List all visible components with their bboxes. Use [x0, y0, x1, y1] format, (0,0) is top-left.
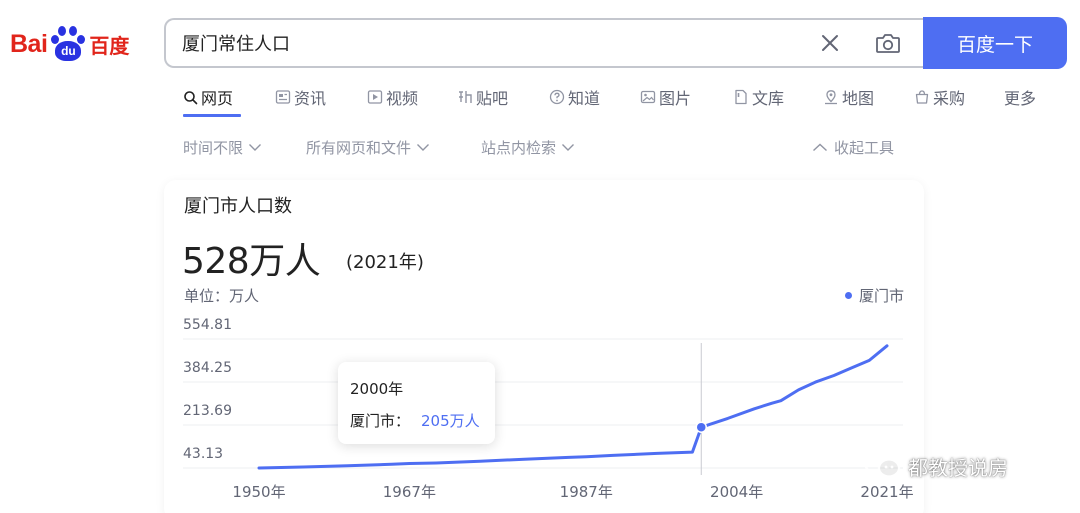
search-box: [164, 18, 924, 68]
search-icon: [184, 90, 198, 104]
tab-label: 采购: [933, 89, 966, 108]
tab-label: 知道: [568, 89, 601, 108]
tab-zhidao[interactable]: 知道: [549, 85, 600, 109]
unit-label: 单位：万人: [184, 287, 260, 305]
document-icon: [735, 89, 747, 105]
card-title[interactable]: 厦门市人口数: [184, 192, 292, 218]
clear-icon[interactable]: [818, 31, 842, 55]
collapse-tools-button[interactable]: 收起工具: [812, 137, 894, 158]
baidu-logo[interactable]: Bai du 百度: [10, 22, 129, 66]
population-card: 厦门市人口数 528万人 (2021年) 单位：万人 厦门市: [164, 180, 924, 513]
logo-chinese: 百度: [89, 33, 130, 58]
chevron-down-icon: [417, 144, 430, 151]
tab-more[interactable]: 更多: [1004, 85, 1036, 109]
shopping-icon: [915, 90, 929, 104]
chevron-up-icon: [813, 143, 827, 152]
tab-label: 文库: [752, 89, 785, 108]
video-icon: [367, 90, 383, 104]
watermark-text: 都教授说房: [908, 455, 1008, 480]
filter-label: 所有网页和文件: [306, 139, 412, 157]
filter-filetype[interactable]: 所有网页和文件: [306, 137, 430, 158]
filter-label: 时间不限: [183, 139, 244, 157]
tab-map[interactable]: 地图: [823, 85, 874, 109]
tab-shopping[interactable]: 采购: [914, 85, 965, 109]
filter-site[interactable]: 站点内检索: [481, 137, 575, 158]
map-icon: [825, 90, 837, 105]
chart-legend: 厦门市: [844, 285, 904, 306]
question-icon: [549, 89, 565, 105]
tooltip-label: 厦门市：: [350, 412, 411, 430]
tab-image[interactable]: 图片: [640, 85, 691, 109]
paw-icon: du: [48, 24, 88, 64]
legend-dot: [844, 292, 852, 299]
tab-news[interactable]: 资讯: [275, 85, 326, 109]
tab-label: 更多: [1004, 89, 1037, 108]
legend-label: 厦门市: [858, 287, 904, 305]
active-tab-underline: [183, 114, 241, 117]
tab-tieba[interactable]: 贴吧: [457, 85, 508, 109]
watermark: 都教授说房: [862, 450, 1008, 482]
tieba-icon: [459, 91, 472, 103]
tab-web[interactable]: 网页: [183, 85, 233, 109]
tab-label: 地图: [842, 89, 875, 108]
image-icon: [640, 90, 656, 104]
logo-paw-text: du: [55, 41, 82, 61]
collapse-tools-label: 收起工具: [834, 139, 895, 157]
search-button-label: 百度一下: [956, 33, 1033, 56]
tab-wenku[interactable]: 文库: [733, 85, 784, 109]
tab-label: 视频: [386, 89, 419, 108]
wechat-icon: [863, 451, 901, 479]
tooltip-value: 205万人: [421, 412, 480, 430]
logo-latin: Bai: [10, 29, 48, 58]
filter-time[interactable]: 时间不限: [183, 137, 262, 158]
chevron-down-icon: [249, 144, 262, 151]
filter-label: 站点内检索: [481, 139, 557, 157]
chevron-down-icon: [562, 144, 575, 151]
tab-video[interactable]: 视频: [367, 85, 418, 109]
news-icon: [275, 90, 291, 104]
search-button[interactable]: 百度一下: [923, 17, 1067, 69]
chart-tooltip: 2000年 厦门市： 205万人: [338, 362, 495, 444]
camera-icon[interactable]: [874, 30, 902, 56]
population-year: (2021年): [346, 252, 424, 273]
tab-label: 网页: [201, 89, 234, 108]
population-value: 528万人: [182, 241, 321, 282]
tab-label: 贴吧: [476, 89, 509, 108]
tab-label: 资讯: [294, 89, 327, 108]
tooltip-year: 2000年: [350, 380, 404, 398]
tab-label: 图片: [659, 89, 692, 108]
search-input[interactable]: [182, 28, 782, 58]
